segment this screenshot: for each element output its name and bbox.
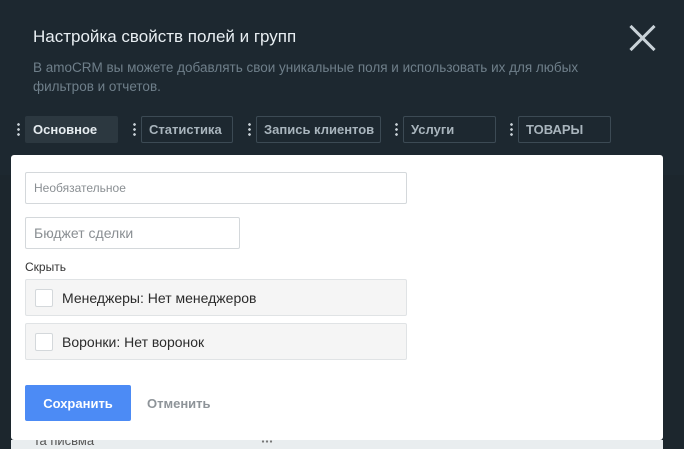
tab-label: Статистика bbox=[141, 116, 233, 143]
modal-title: Настройка свойств полей и групп bbox=[33, 27, 297, 46]
drag-handle-icon[interactable] bbox=[395, 122, 398, 137]
field-name-input[interactable] bbox=[25, 217, 240, 249]
close-icon[interactable] bbox=[628, 23, 658, 53]
background-list-row: Ta писвма bbox=[11, 440, 663, 449]
tab-label: Услуги bbox=[403, 116, 496, 143]
save-button[interactable]: Сохранить bbox=[25, 385, 131, 421]
background-row-text: Ta писвма bbox=[33, 440, 95, 448]
drag-handle-icon[interactable] bbox=[17, 122, 20, 137]
cancel-button[interactable]: Отменить bbox=[147, 396, 211, 411]
tab-label: ТОВАРЫ bbox=[518, 116, 611, 143]
option-label: Воронки: Нет воронок bbox=[62, 334, 205, 350]
tab-label: Запись клиентов bbox=[256, 116, 381, 143]
drag-handle-icon[interactable] bbox=[133, 122, 136, 137]
hide-label: Скрыть bbox=[25, 260, 66, 274]
optional-field-input[interactable] bbox=[25, 172, 407, 204]
checkbox[interactable] bbox=[35, 289, 53, 307]
more-icon bbox=[261, 440, 273, 443]
drag-handle-icon[interactable] bbox=[248, 122, 251, 137]
modal-header: Настройка свойств полей и групп В amoCRM… bbox=[0, 0, 684, 175]
drag-handle-icon[interactable] bbox=[510, 122, 513, 137]
managers-option[interactable]: Менеджеры: Нет менеджеров bbox=[25, 279, 407, 316]
tab-label: Основное bbox=[25, 116, 118, 143]
pipelines-option[interactable]: Воронки: Нет воронок bbox=[25, 323, 407, 360]
checkbox[interactable] bbox=[35, 333, 53, 351]
modal-subtitle: В amoCRM вы можете добавлять свои уникал… bbox=[33, 60, 579, 94]
option-label: Менеджеры: Нет менеджеров bbox=[62, 290, 257, 306]
